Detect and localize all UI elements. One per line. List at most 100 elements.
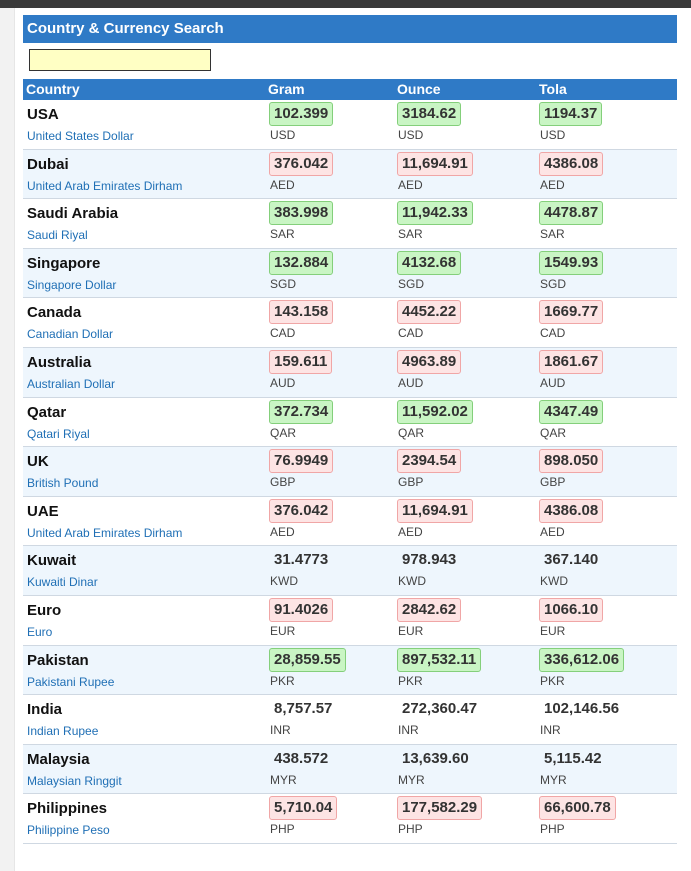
tola-cell: 1861.67 AUD [539,349,604,390]
currency-code: EUR [398,623,424,638]
currency-name: United Arab Emirates Dirham [27,178,183,193]
currency-code: GBP [540,475,566,490]
currency-code: INR [270,723,291,738]
tola-cell: 5,115.42 MYR [539,747,607,787]
tola-cell: 1669.77 CAD [539,300,604,340]
tola-price: 4347.49 [539,399,604,424]
gram-cell: 91.4026 EUR [269,597,334,638]
window-top-bar [0,0,691,8]
currency-name: Kuwaiti Dinar [27,575,98,590]
tola-price: 1669.77 [539,300,604,325]
country-name: Singapore [27,254,101,272]
currency-code: USD [270,128,296,142]
tola-price: 102,146.56 [544,700,620,718]
currency-code: PHP [398,822,423,837]
tola-price: 4478.87 [539,201,604,226]
currency-code: AUD [270,375,296,390]
table-row: India Indian Rupee 8,757.57 INR 272,360.47 IN… [23,695,677,745]
currency-code: CAD [398,326,424,341]
currency-code: PHP [540,822,565,837]
tola-cell: 4347.49 QAR [539,399,604,440]
gram-price: 102.399 [269,102,334,126]
currency-name: Qatari Riyal [27,426,90,441]
currency-code: CAD [270,326,296,341]
tola-price: 367.140 [544,551,599,569]
table-row: Pakistan Pakistani Rupee 28,859.55 PKR 897,5… [23,645,677,696]
currency-name: United Arab Emirates Dirham [27,525,183,540]
ounce-cell: 2394.54 GBP [397,449,462,490]
ounce-cell: 272,360.47 INR [397,697,482,737]
currency-code: PKR [540,673,565,688]
currency-code: EUR [540,623,566,638]
currency-code: SAR [540,227,565,242]
table-row: Malaysia Malaysian Ringgit 438.572 MYR 13,63… [23,744,677,795]
column-header-ounce: Ounce [397,81,441,97]
currency-code: SGD [270,276,297,291]
currency-code: QAR [540,425,567,440]
table-row: Philippines Philippine Peso 5,710.04 PHP 177… [23,794,677,844]
currency-name: Saudi Riyal [27,228,88,243]
search-input[interactable] [29,49,211,71]
tola-cell: 1549.93 SGD [539,250,604,291]
column-header-gram: Gram [268,81,305,97]
country-name: USA [27,106,59,123]
country-name: Malaysia [27,750,90,768]
table-row: Qatar Qatari Riyal 372.734 QAR 11,592.02 QAR 4… [23,397,677,448]
gram-cell: 8,757.57 INR [269,697,337,737]
gram-cell: 31.4773 KWD [269,548,333,588]
tola-price: 898.050 [539,449,604,474]
gram-cell: 372.734 QAR [269,399,334,440]
ounce-cell: 978.943 KWD [397,548,461,588]
ounce-price: 2394.54 [397,449,462,474]
currency-name: Indian Rupee [27,724,99,739]
currency-code: AED [270,524,295,539]
gram-price: 438.572 [274,749,329,767]
currency-code: GBP [398,475,424,490]
ounce-price: 272,360.47 [402,700,478,718]
tola-cell: 4478.87 SAR [539,201,604,242]
tola-cell: 336,612.06 PKR [539,647,625,688]
country-name: Euro [27,601,62,619]
ounce-cell: 4132.68 SGD [397,250,462,291]
gram-price: 91.4026 [269,597,334,622]
currency-code: SGD [398,276,425,291]
tola-cell: 4386.08 AED [539,498,604,539]
currency-code: SGD [540,276,567,291]
ounce-price: 11,592.02 [397,399,473,424]
ounce-cell: 2842.62 EUR [397,597,462,638]
table-row: USA United States Dollar 102.399 USD 3184.62… [23,100,677,150]
currency-code: AED [270,177,295,192]
tola-cell: 898.050 GBP [539,449,604,490]
country-name: UAE [27,502,59,520]
tola-price: 4386.08 [539,151,604,176]
country-name: UK [27,453,49,471]
gram-price: 159.611 [269,349,333,374]
gram-price: 376.042 [269,498,334,523]
tola-price: 1066.10 [539,597,604,622]
tola-price: 5,115.42 [544,749,602,767]
country-name: Pakistan [27,651,89,669]
ounce-cell: 3184.62 USD [397,102,462,142]
currency-code: KWD [540,574,568,589]
gram-cell: 28,859.55 PKR [269,647,346,688]
currency-code: AUD [398,375,424,390]
gram-cell: 383.998 SAR [269,201,334,241]
gram-price: 383.998 [269,201,334,226]
tola-price: 66,600.78 [539,796,616,821]
table-row: UAE United Arab Emirates Dirham 376.042 AED… [23,496,677,547]
gram-price: 28,859.55 [269,647,346,672]
country-name: Kuwait [27,552,77,570]
column-header-country: Country [26,81,80,97]
currency-code: QAR [398,425,425,440]
currency-name: Pakistani Rupee [27,674,115,689]
currency-code: AED [540,524,565,539]
currency-code: AED [540,177,565,192]
country-name: Australia [27,353,92,371]
currency-code: MYR [398,772,425,787]
currency-name: Australian Dollar [27,376,116,391]
currency-name: Malaysian Ringgit [27,773,122,788]
tola-cell: 1194.37 USD [539,102,603,142]
country-name: India [27,701,63,719]
currency-code: AED [398,524,423,539]
gram-price: 31.4773 [274,551,329,569]
